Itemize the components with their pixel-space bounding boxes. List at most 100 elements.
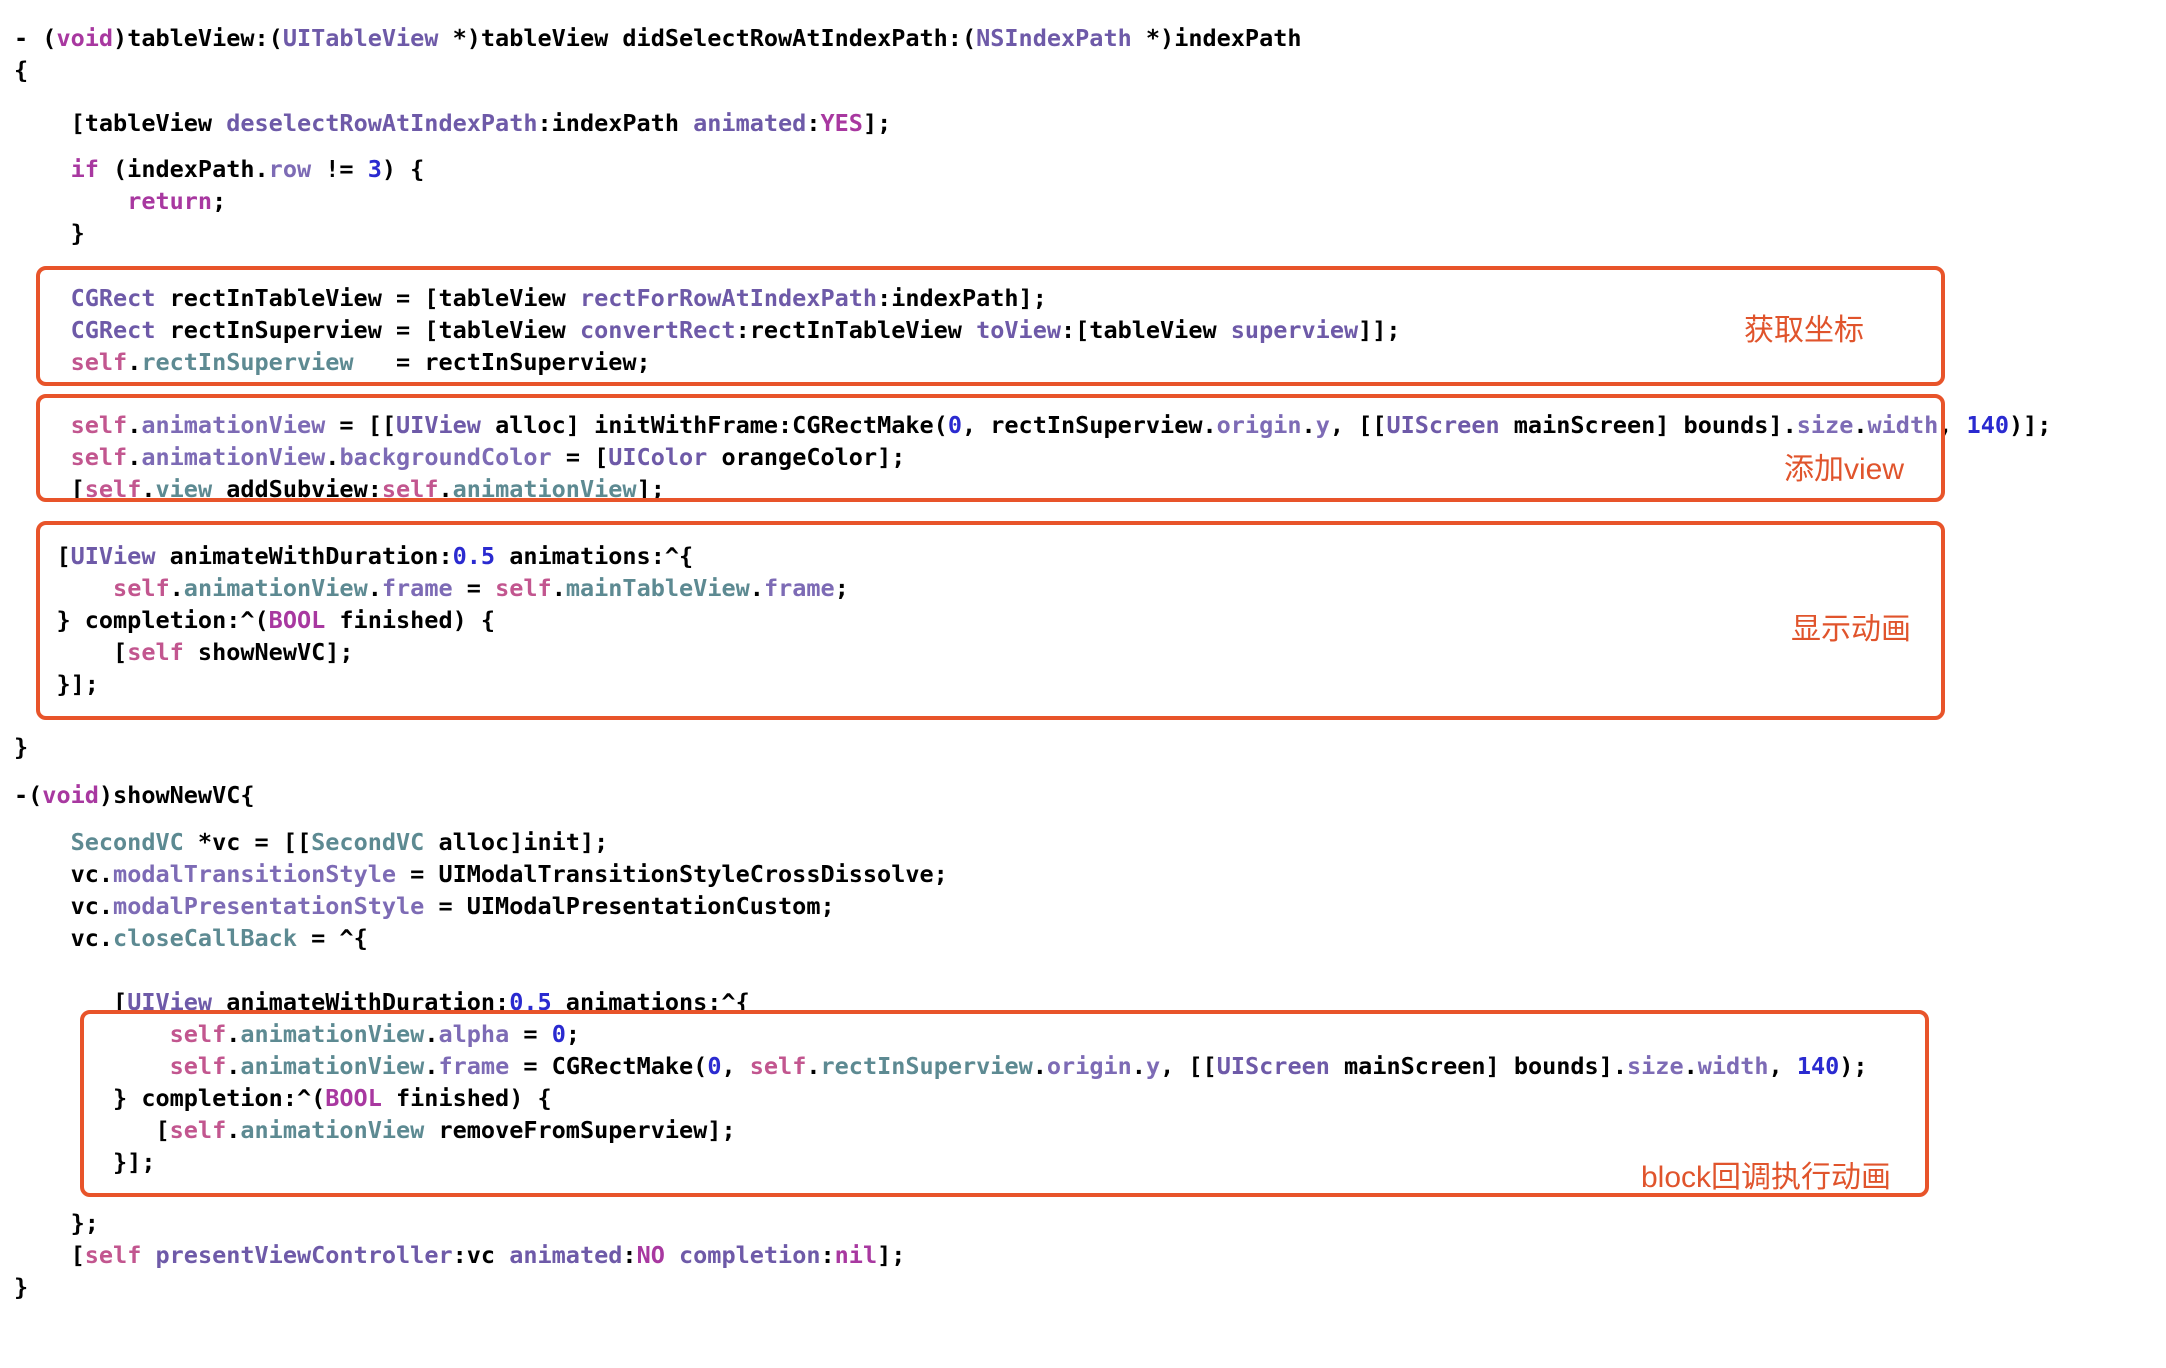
code-token: [ <box>14 542 71 570</box>
code-token: 0 <box>551 1020 566 1048</box>
code-token: 0 <box>947 411 962 439</box>
code-token: ; <box>212 187 227 215</box>
code-token: = rectInSuperview; <box>353 348 651 376</box>
code-line: { <box>14 54 28 86</box>
code-token: self <box>381 475 439 503</box>
code-token: , <box>1768 1052 1797 1080</box>
code-token: self <box>70 411 128 439</box>
annotation-label-add-view: 添加view <box>1784 453 1905 486</box>
annotation-label-show-animation: 显示动画 <box>1791 613 1911 646</box>
code-token: removeFromSuperview]; <box>424 1116 736 1144</box>
code-token: CGRect <box>70 284 156 312</box>
code-token: animationView <box>240 1020 425 1048</box>
code-token: )showNewVC{ <box>98 781 255 809</box>
code-token: . <box>1853 411 1868 439</box>
code-line: }]; <box>14 668 99 700</box>
code-token: animationView <box>141 411 326 439</box>
code-line: [self presentViewController:vc animated:… <box>14 1239 906 1271</box>
code-token: presentViewController <box>155 1241 453 1269</box>
code-token: superview <box>1230 316 1359 344</box>
code-token: self <box>749 1052 807 1080</box>
code-line: vc.modalPresentationStyle = UIModalPrese… <box>14 890 835 922</box>
code-token: view <box>155 475 213 503</box>
code-token: self <box>169 1052 227 1080</box>
code-token: [ <box>14 638 128 666</box>
code-line: SecondVC *vc = [[SecondVC alloc]init]; <box>14 826 609 858</box>
code-token: :[tableView <box>1061 316 1231 344</box>
code-token: }; <box>14 1209 99 1237</box>
code-token: *vc = [[ <box>183 828 312 856</box>
code-token: origin <box>1046 1052 1132 1080</box>
code-token: UITableView <box>282 24 439 52</box>
code-token: if <box>70 155 99 183</box>
code-token: (indexPath. <box>98 155 269 183</box>
code-token: ); <box>1839 1052 1868 1080</box>
code-token: . <box>169 574 184 602</box>
code-token: -( <box>14 781 43 809</box>
code-token: : <box>806 109 821 137</box>
code-line: - (void)tableView:(UITableView *)tableVi… <box>14 22 1302 54</box>
code-token: }]; <box>14 670 99 698</box>
code-token: } completion:^( <box>14 1084 326 1112</box>
code-token: nil <box>834 1241 878 1269</box>
code-token: : <box>820 1241 835 1269</box>
code-token: . <box>141 475 156 503</box>
code-token: width <box>1697 1052 1769 1080</box>
code-token: width <box>1867 411 1939 439</box>
code-token: *)tableView didSelectRowAtIndexPath:( <box>438 24 977 52</box>
code-token: , [[ <box>1160 1052 1217 1080</box>
code-token: ; <box>565 1020 580 1048</box>
code-token: :indexPath <box>537 109 694 137</box>
code-token: 0.5 <box>509 988 552 1016</box>
code-token: animateWithDuration: <box>155 542 453 570</box>
code-token: } completion:^( <box>14 606 269 634</box>
code-token: void <box>42 781 99 809</box>
code-token: BOOL <box>268 606 326 634</box>
code-token: ]]; <box>1358 316 1401 344</box>
code-token: finished) { <box>381 1084 552 1112</box>
code-line: self.rectInSuperview = rectInSuperview; <box>14 346 651 378</box>
code-token: animated <box>693 109 807 137</box>
code-token: ]; <box>877 1241 906 1269</box>
code-token: vc. <box>14 860 114 888</box>
code-token: completion <box>679 1241 821 1269</box>
annotation-label-get-coordinates: 获取坐标 <box>1744 314 1864 347</box>
code-token: )]; <box>2009 411 2052 439</box>
code-token: void <box>56 24 114 52</box>
code-token: animations:^{ <box>551 988 750 1016</box>
code-line: [UIView animateWithDuration:0.5 animatio… <box>14 540 693 572</box>
code-token: = ^{ <box>296 924 368 952</box>
code-token: ]; <box>636 475 665 503</box>
code-token: self <box>169 1116 227 1144</box>
code-token: != <box>311 155 368 183</box>
code-token: ) { <box>381 155 425 183</box>
code-token: UIColor <box>608 443 708 471</box>
code-line: vc.closeCallBack = ^{ <box>14 922 368 954</box>
code-token: animated <box>509 1241 623 1269</box>
code-token: self <box>70 443 128 471</box>
code-line: [tableView deselectRowAtIndexPath:indexP… <box>14 107 892 139</box>
code-token: :rectInTableView <box>735 316 977 344</box>
code-token: rectInTableView = [tableView <box>155 284 580 312</box>
code-token: UIScreen <box>1386 411 1500 439</box>
code-token: 140 <box>1796 1052 1840 1080</box>
code-line: } <box>14 1271 28 1303</box>
code-token: orangeColor]; <box>707 443 906 471</box>
code-token: [ <box>14 1116 170 1144</box>
code-line: self.animationView = [[UIView alloc] ini… <box>14 409 2052 441</box>
code-token: frame <box>438 1052 510 1080</box>
code-token: animationView <box>183 574 368 602</box>
code-token: [ <box>14 988 128 1016</box>
code-token: ]; <box>862 109 892 137</box>
code-token: alloc] initWithFrame:CGRectMake( <box>480 411 948 439</box>
code-token: . <box>1032 1052 1047 1080</box>
code-token: rectForRowAtIndexPath <box>579 284 878 312</box>
code-token: = UIModalTransitionStyleCrossDissolve; <box>396 860 948 888</box>
code-token: }]; <box>14 1148 156 1176</box>
